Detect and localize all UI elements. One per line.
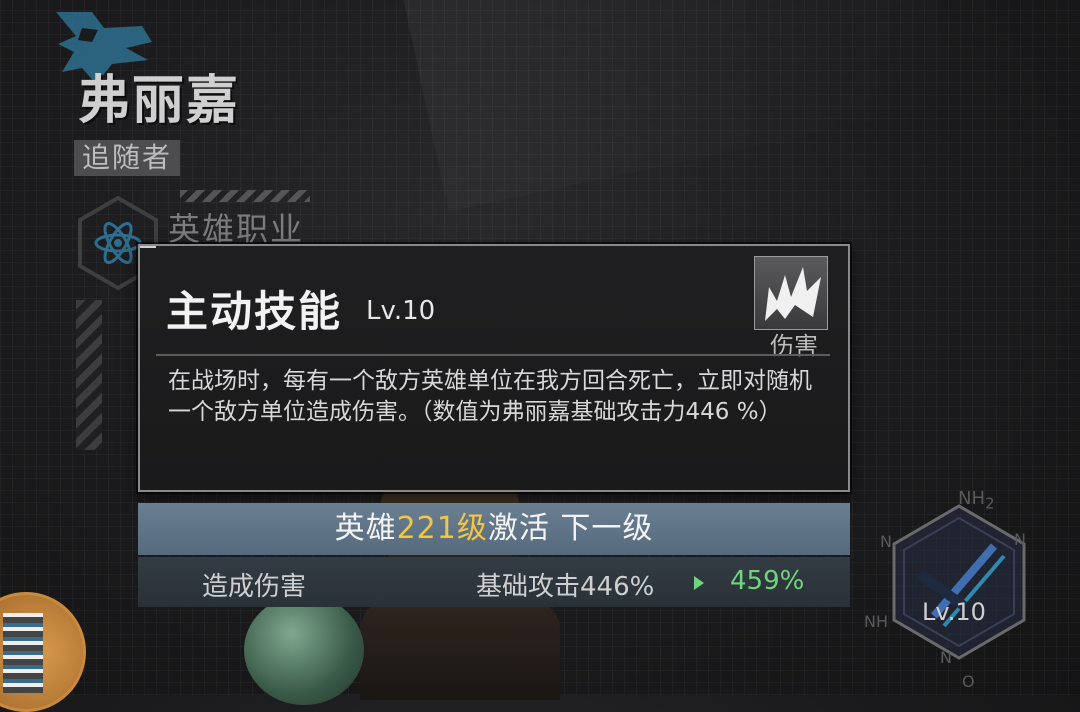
molecule-label-n-bottom: N <box>940 648 952 667</box>
skill-type-icon-box <box>754 256 828 330</box>
unlock-prefix: 英雄 <box>334 511 397 546</box>
arrow-right-icon <box>694 576 704 590</box>
molecule-badge-icon[interactable] <box>864 486 1054 686</box>
stat-upgrade-row: 造成伤害 基础攻击446% 459% <box>138 557 850 607</box>
molecule-label-o: O <box>962 672 975 691</box>
unlock-level: 221级 <box>396 511 488 546</box>
unlock-requirement-bar: 英雄221级激活 下一级 <box>138 503 850 555</box>
hero-title-badge: 追随者 <box>74 140 181 176</box>
grenade-art <box>244 595 364 705</box>
left-stripe-decoration <box>76 300 102 450</box>
stat-next-value: 459% <box>730 566 805 596</box>
character-body-art <box>360 600 560 700</box>
skill-divider <box>156 354 830 356</box>
stat-label: 造成伤害 <box>202 572 307 602</box>
skill-title: 主动技能 <box>166 287 343 336</box>
molecule-label-nh: NH <box>864 612 888 631</box>
molecule-label-n-right: N <box>1014 530 1026 549</box>
skill-tooltip-panel: 主动技能 Lv.10 伤害 在战场时，每有一个敌方英雄单位在我方回合死亡，立即对… <box>138 244 850 492</box>
molecule-label-n-left: N <box>880 532 892 551</box>
header-stripe-decoration <box>180 190 310 202</box>
slash-damage-icon <box>765 267 821 321</box>
badge-level: Lv.10 <box>922 598 986 626</box>
hero-name: 弗丽嘉 <box>78 70 241 131</box>
stat-base-value: 基础攻击446% <box>476 572 655 602</box>
unlock-suffix: 激活 下一级 <box>487 511 654 546</box>
skill-description: 在战场时，每有一个敌方英雄单位在我方回合死亡，立即对随机一个敌方单位造成伤害。（… <box>168 368 812 425</box>
molecule-label-nh2: NH2 <box>958 488 995 513</box>
skill-level: Lv.10 <box>366 296 436 326</box>
